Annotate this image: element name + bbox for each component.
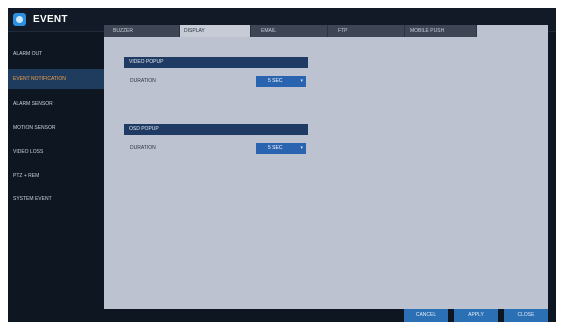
sidebar-item-motion-sensor[interactable]: MOTION SENSOR (8, 118, 110, 138)
osd-popup-duration-select[interactable]: 5 SEC ▾ (256, 143, 306, 154)
apply-button[interactable]: APPLY (454, 309, 498, 322)
cancel-button[interactable]: CANCEL (404, 309, 448, 322)
sidebar-item-ptz-rem[interactable]: PTZ + REM (8, 166, 110, 186)
sidebar-item-system-event[interactable]: SYSTEM EVENT (8, 189, 110, 209)
chevron-down-icon: ▾ (300, 78, 303, 84)
video-popup-header: VIDEO POPUP (124, 57, 308, 68)
content-panel: BUZZER DISPLAY EMAIL FTP MOBILE PUSH VID… (104, 25, 548, 309)
tab-buzzer[interactable]: BUZZER (109, 25, 180, 37)
sidebar-item-event-notification[interactable]: EVENT NOTIFICATION (8, 69, 110, 89)
osd-popup-duration-label: DURATION (130, 145, 156, 151)
close-button[interactable]: CLOSE (504, 309, 548, 322)
sidebar-item-alarm-out[interactable]: ALARM OUT (8, 44, 110, 64)
tab-bar: BUZZER DISPLAY EMAIL FTP MOBILE PUSH (104, 25, 477, 37)
osd-popup-duration-value: 5 SEC (268, 145, 283, 151)
sidebar: ALARM OUT EVENT NOTIFICATION ALARM SENSO… (8, 32, 110, 322)
chevron-down-icon: ▾ (300, 145, 303, 151)
sidebar-item-alarm-sensor[interactable]: ALARM SENSOR (8, 94, 110, 114)
tab-display[interactable]: DISPLAY (180, 25, 251, 37)
tab-mobile-push[interactable]: MOBILE PUSH (406, 25, 477, 37)
event-icon (13, 13, 26, 26)
video-popup-duration-label: DURATION (130, 78, 156, 84)
tab-ftp[interactable]: FTP (334, 25, 405, 37)
window-title: EVENT (33, 14, 68, 25)
osd-popup-header: OSD POPUP (124, 124, 308, 135)
video-popup-duration-select[interactable]: 5 SEC ▾ (256, 76, 306, 87)
tab-email[interactable]: EMAIL (257, 25, 328, 37)
video-popup-duration-value: 5 SEC (268, 78, 283, 84)
sidebar-item-video-loss[interactable]: VIDEO LOSS (8, 142, 110, 162)
